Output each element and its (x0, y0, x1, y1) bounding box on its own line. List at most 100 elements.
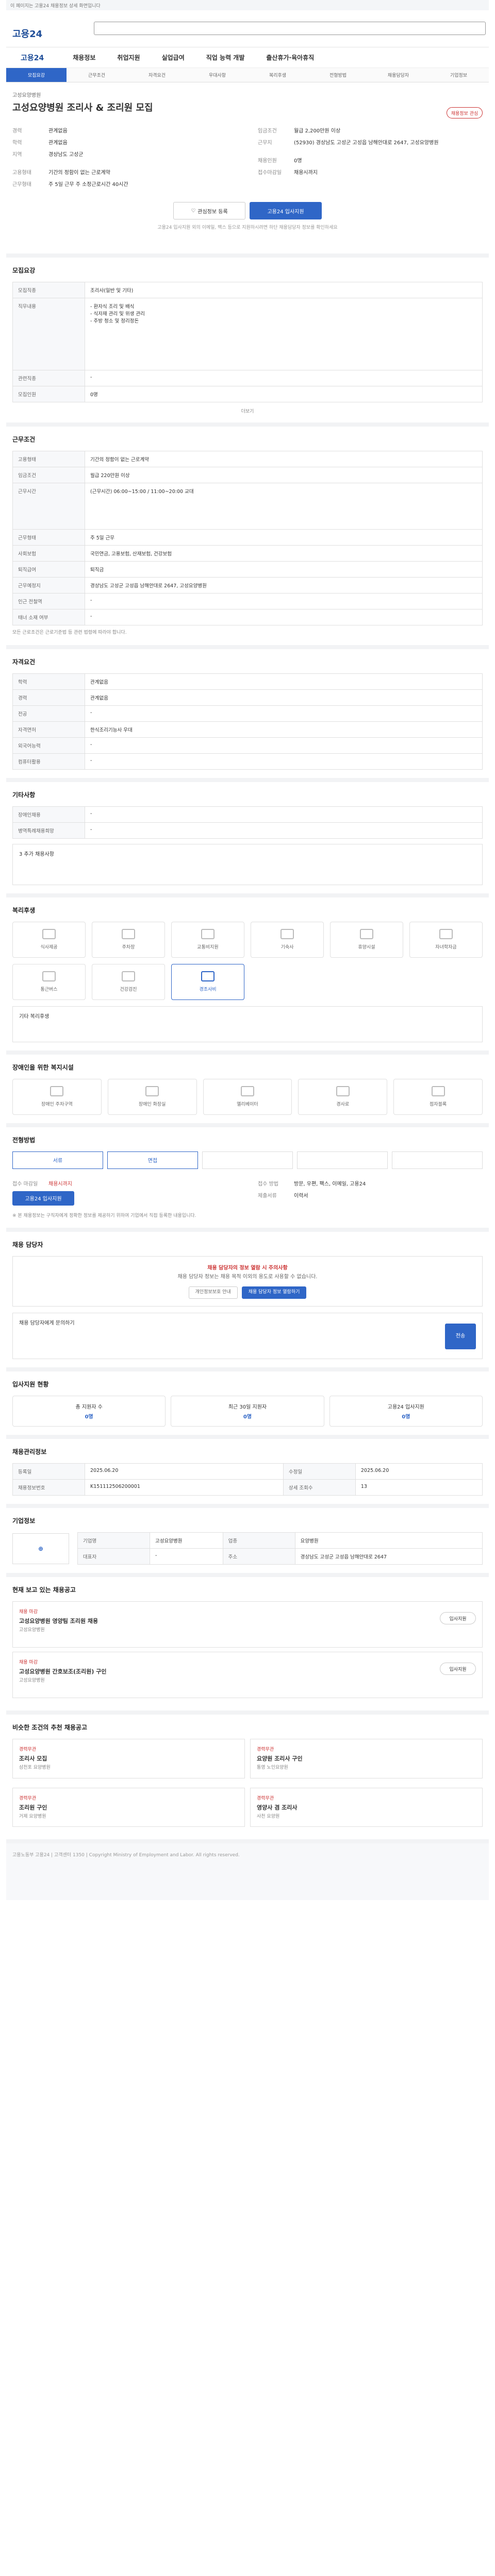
row-value: 조리사(일반 및 기타) (85, 282, 483, 298)
nav-brand[interactable]: 고용24 (12, 53, 52, 63)
facility-label: 장애인 화장실 (138, 1102, 166, 1107)
more-button[interactable]: 더보기 (12, 408, 483, 414)
tab-company[interactable]: 기업정보 (428, 68, 489, 82)
nav-item-leave[interactable]: 출산휴가·육아휴직 (258, 53, 322, 62)
facility-item: 엘리베이터 (203, 1078, 292, 1115)
row-value: - (85, 609, 483, 625)
docs-row: 제출서류 이력서 (258, 1191, 483, 1199)
value: 기간의 정함이 없는 근로계약 (48, 170, 110, 176)
row-value: - (85, 370, 483, 386)
tab-welfare[interactable]: 복리후생 (248, 68, 308, 82)
process-detail: 접수 마감일 채용시까지 고용24 입사지원 접수 방법 방문, 우편, 팩스, 이… (12, 1179, 483, 1206)
summary-columns: 경력 관계없음 학력 관계없음 지역 경상남도 고성군 고용형태 기간의 정함이 없는 … (12, 126, 483, 192)
interest-button[interactable]: ♡ 관심정보 등록 (173, 202, 245, 219)
row-value: 경상남도 고성군 고성읍 남해안대로 2647, 고성요양병원 (85, 577, 483, 594)
row-value: - (85, 753, 483, 770)
apply-button[interactable]: 고용24 입사지원 (250, 202, 322, 219)
welfare-item-active: 경조사비 (171, 963, 244, 1000)
nav-item-training[interactable]: 직업 능력 개발 (198, 53, 253, 62)
nav-item-jobs[interactable]: 채용정보 (64, 53, 104, 62)
row-value: 기간의 정함이 없는 근로계약 (85, 451, 483, 467)
row-value: - (85, 806, 483, 823)
heart-icon: ♡ (191, 208, 196, 214)
row-value: 월급 220만원 이상 (85, 467, 483, 483)
row-label: 주소 (222, 1548, 295, 1565)
facility-label: 경사로 (336, 1102, 350, 1107)
row-label: 외국어능력 (12, 737, 85, 754)
card-apply-button[interactable]: 입사지원 (440, 1612, 476, 1624)
row-label: 장애인채용 (12, 806, 85, 823)
tab-contact[interactable]: 채용담당자 (368, 68, 428, 82)
welfare-item: 휴양시설 (330, 921, 403, 958)
search-input[interactable] (94, 22, 486, 35)
row-label: 병역특례채용희망 (12, 822, 85, 839)
table-row: 학력 관계없음 (12, 673, 483, 690)
tab-process[interactable]: 전형방법 (308, 68, 368, 82)
row-value: 13 (355, 1479, 483, 1496)
welfare-etc: 기타 복리후생 (12, 1006, 483, 1042)
table-row: 임금조건 월급 220만원 이상 (12, 467, 483, 483)
bookmark-button[interactable]: 채용정보 관심 (447, 107, 483, 118)
warning-text: 채용 담당자 정보는 채용 목적 이외의 용도로 사용할 수 없습니다. (177, 1274, 318, 1280)
row-value: 경상남도 고성군 고성읍 남해안대로 2647 (294, 1548, 483, 1565)
recommend-card[interactable]: 경력무관 영양사 겸 조리사 사천 요양원 (250, 1787, 483, 1827)
table-row: 외국어능력 - (12, 737, 483, 754)
row-value: 0명 (85, 386, 483, 402)
parking-icon (122, 929, 135, 939)
work-section: 근무조건 고용형태 기간의 정함이 없는 근로계약 임금조건 월급 220만원 이상… (6, 427, 489, 649)
nav-item-benefit[interactable]: 실업급여 (154, 53, 193, 62)
card-title: 영양사 겸 조리사 (257, 1804, 298, 1811)
pref-section: 기타사항 장애인채용 - 병역특례채용희망 - 3 추가 채용사항 (6, 782, 489, 897)
table-row: 대표자 - 주소 경상남도 고성군 고성읍 남해안대로 2647 (77, 1548, 483, 1565)
card-tag: 경력무관 (19, 1795, 37, 1801)
company-name[interactable]: 고성요양병원 (12, 91, 483, 98)
parking-icon (50, 1086, 64, 1096)
label: 임금조건 (258, 128, 277, 134)
nav-item-support[interactable]: 취업지원 (109, 53, 148, 62)
tab-qual[interactable]: 자격요건 (127, 68, 187, 82)
privacy-button[interactable]: 개인정보보호 안내 (188, 1286, 238, 1299)
apply-button[interactable]: 고용24 입사지원 (12, 1191, 74, 1206)
row-value: K151112506200001 (85, 1479, 284, 1496)
tab-work[interactable]: 근무조건 (67, 68, 127, 82)
row-value: 한식조리기능사 우대 (85, 721, 483, 738)
row-value: - (85, 593, 483, 609)
row-label: 자격면허 (12, 721, 85, 738)
recommend-card[interactable]: 경력무관 조리원 구인 거제 요양병원 (12, 1787, 245, 1827)
main-nav: 고용24 채용정보 취업지원 실업급여 직업 능력 개발 출산휴가·육아휴직 (6, 47, 489, 68)
welfare-item: 통근버스 (12, 963, 86, 1000)
value: 채용시까지 (48, 1181, 72, 1187)
table-row: 근무시간 (근무시간) 06:00~15:00 / 11:00~20:00 교대 (12, 483, 483, 530)
card-tag: 경력무관 (257, 1795, 274, 1801)
card-apply-button[interactable]: 입사지원 (440, 1663, 476, 1675)
label: 제출서류 (258, 1193, 277, 1199)
recommend-card[interactable]: 경력무관 조리사 모집 삼천포 요양병원 (12, 1739, 245, 1778)
manage-section: 채용관리정보 등록일 2025.06.20 수정일 2025.06.20 채용정보번호… (6, 1439, 489, 1508)
tab-recruit[interactable]: 모집요강 (6, 68, 67, 82)
stat-item: 최근 30일 지원자 0명 (171, 1396, 324, 1427)
facility-item: 점자블록 (393, 1078, 483, 1115)
qa-send-button[interactable]: 전송 (445, 1324, 476, 1349)
qual-section: 자격요건 학력 관계없음 경력 관계없음 전공 - 자격면허 한식조리기능사 우대 외국… (6, 649, 489, 782)
table-row: 태너 소재 여부 - (12, 609, 483, 625)
meal-icon (42, 929, 56, 939)
section-title: 자격요건 (12, 658, 36, 666)
company-body: ⊕ 기업명 고성요양병원 업종 요양병원 대표자 - 주소 경상남도 고성군 고성읍 남해안… (12, 1532, 483, 1565)
summary-row: 학력 관계없음 (12, 138, 237, 146)
value: 월급 2,200만원 이상 (294, 128, 341, 134)
summary-actions: ♡ 관심정보 등록 고용24 입사지원 (12, 202, 483, 219)
value: 0명 (294, 158, 302, 164)
view-contact-button[interactable]: 채용 담당자 정보 열람하기 (241, 1286, 307, 1299)
table-row: 등록일 2025.06.20 수정일 2025.06.20 (12, 1463, 483, 1480)
welfare-etc-label: 기타 복리후생 (19, 1013, 50, 1020)
value: 관계없음 (48, 128, 68, 134)
site-logo[interactable]: 고용24 (12, 27, 42, 40)
card-company: 삼천포 요양병원 (19, 1765, 51, 1770)
job-card[interactable]: 채용 마감 고성요양병원 간호보조(조리원) 구인 고성요양병원 입사지원 (12, 1652, 483, 1698)
contact-warning: 채용 담당자의 정보 열람 시 주의사항 채용 담당자 정보는 채용 목적 이외… (12, 1256, 483, 1307)
recommend-card[interactable]: 경력무관 요양원 조리사 구인 통영 노인요양원 (250, 1739, 483, 1778)
footer-text: 고용노동부 고용24 | 고객센터 1350 | Copyright Minis… (12, 1853, 240, 1858)
tab-pref[interactable]: 우대사항 (187, 68, 248, 82)
value: 관계없음 (48, 140, 68, 146)
job-card[interactable]: 채용 마감 고성요양병원 영양팀 조리원 채용 고성요양병원 입사지원 (12, 1601, 483, 1648)
